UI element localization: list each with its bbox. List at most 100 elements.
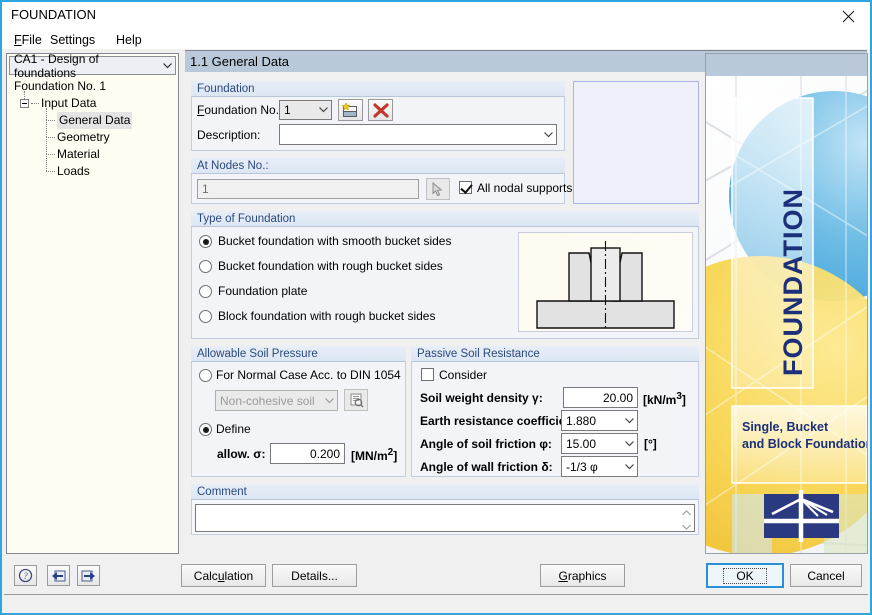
foundation-no-label: Foundation No.:	[197, 103, 283, 117]
tree-line	[46, 137, 47, 154]
menu-help[interactable]: Help	[110, 32, 148, 48]
tree-line	[46, 108, 47, 120]
soil-library-icon[interactable]	[344, 389, 368, 411]
menu-bar: FFile Settings Help	[2, 30, 870, 49]
pick-node-icon[interactable]	[426, 178, 450, 200]
close-icon[interactable]	[826, 2, 870, 30]
page-title: 1.1 General Data	[190, 54, 290, 69]
foundation-group-title: Foundation	[191, 81, 565, 97]
description-select[interactable]	[279, 124, 557, 145]
allow-sigma-input[interactable]: 0.200	[270, 443, 345, 464]
sidebar-item-geometry[interactable]: Geometry	[7, 120, 180, 146]
soil-type-select[interactable]: Non-cohesive soil	[215, 390, 338, 411]
foundation-section-diagram	[518, 232, 693, 332]
tree-node-input-data-label: Input Data	[41, 96, 97, 110]
consider-checkbox[interactable]	[421, 368, 434, 381]
details-button-label: Details...	[291, 568, 338, 583]
soil-weight-density-input[interactable]: 20.00	[563, 387, 638, 408]
chevron-down-icon	[321, 397, 337, 404]
foundation-group: Foundation Foundation No.: 1 Description…	[191, 81, 565, 151]
pick-cursor-glyph	[432, 181, 443, 196]
earth-resistance-coefficient-select[interactable]: 1.880	[561, 410, 638, 431]
tree-line	[46, 154, 55, 155]
tree-root-label: Foundation No. 1	[14, 79, 107, 93]
details-button[interactable]: Details...	[272, 564, 357, 587]
angle-soil-friction-label: Angle of soil friction φ:	[420, 437, 552, 451]
sidebar-item-general-data[interactable]: General Data	[7, 108, 180, 129]
allowable-soil-pressure-title: Allowable Soil Pressure	[191, 346, 406, 362]
comment-scroll-spinner[interactable]	[679, 506, 693, 534]
angle-soil-friction-unit: [°]	[644, 437, 657, 451]
all-nodal-supports-checkbox[interactable]	[459, 181, 472, 194]
ok-button[interactable]: OK	[706, 563, 784, 588]
comment-input[interactable]	[195, 504, 695, 532]
calculation-button-label: Calculation	[193, 568, 254, 583]
tree-expander-input-data[interactable]	[20, 99, 29, 108]
sidebar-item-loads[interactable]: Loads	[7, 154, 180, 180]
chevron-down-icon	[315, 107, 331, 113]
allow-sigma-value: 0.200	[309, 446, 340, 461]
calculation-button[interactable]: Calculation	[181, 564, 266, 587]
tree-line	[46, 120, 47, 137]
radio-normal-case-din[interactable]	[199, 369, 212, 382]
soil-type-value: Non-cohesive soil	[220, 393, 315, 408]
radio-bucket-rough[interactable]	[199, 260, 212, 273]
delete-foundation-icon[interactable]	[368, 99, 393, 121]
foundation-preview-panel	[573, 81, 699, 204]
close-glyph	[842, 10, 854, 22]
sidebar-item-material[interactable]: Material	[7, 137, 180, 163]
tree-line	[46, 137, 55, 138]
foundation-no-value: 1	[284, 103, 291, 117]
type-of-foundation-group: Type of Foundation Bucket foundation wit…	[191, 211, 699, 339]
nodes-input[interactable]: 1	[197, 179, 419, 199]
ok-button-label: OK	[723, 567, 767, 584]
cancel-button[interactable]: Cancel	[790, 564, 862, 587]
chevron-down-icon	[540, 131, 556, 138]
allow-sigma-label: allow. σ:	[217, 447, 266, 461]
menu-file-label: File	[21, 33, 42, 47]
tree-line	[31, 103, 39, 104]
radio-bucket-smooth[interactable]	[199, 235, 212, 248]
menu-settings[interactable]: Settings	[44, 32, 101, 48]
graphics-button[interactable]: Graphics	[540, 564, 625, 587]
cancel-button-label: Cancel	[807, 568, 845, 583]
dlubal-logo-icon	[764, 490, 839, 542]
radio-block-foundation[interactable]	[199, 310, 212, 323]
help-glyph: ?	[18, 568, 33, 583]
soil-weight-density-unit: [kN/m3]	[643, 391, 686, 407]
tree-root-foundation[interactable]: Foundation No. 1	[7, 78, 180, 95]
branding-artwork: FOUNDATION Single, Bucket and Block Foun…	[706, 76, 867, 553]
radio-foundation-plate[interactable]	[199, 285, 212, 298]
footer-bar: ? Calculation Details... Graphics OK Can…	[2, 558, 870, 592]
next-page-icon[interactable]	[77, 565, 100, 586]
tree-line	[46, 154, 47, 171]
help-icon[interactable]: ?	[14, 565, 37, 586]
new-foundation-icon[interactable]	[338, 99, 363, 121]
delete-foundation-glyph	[372, 102, 389, 118]
foundation-no-select[interactable]: 1	[279, 100, 332, 120]
sidebar-item-label: Material	[57, 147, 100, 161]
radio-foundation-plate-label: Foundation plate	[218, 284, 308, 298]
angle-wall-friction-select[interactable]: -1/3 φ	[561, 456, 638, 477]
type-of-foundation-title: Type of Foundation	[191, 211, 699, 227]
radio-bucket-smooth-label: Bucket foundation with smooth bucket sid…	[218, 234, 452, 248]
earth-resistance-coefficient-value: 1.880	[566, 413, 597, 428]
navigator-tree: Foundation No. 1 Input Data General Data	[7, 78, 180, 180]
at-nodes-group: At Nodes No.: 1 All nodal supports	[191, 158, 572, 204]
radio-normal-case-din-label: For Normal Case Acc. to DIN 1054	[216, 368, 401, 382]
all-nodal-supports-label: All nodal supports	[477, 181, 573, 195]
tree-node-input-data[interactable]: Input Data	[7, 91, 180, 112]
soil-library-glyph	[350, 393, 363, 407]
design-case-select[interactable]: CA1 - Design of foundations	[9, 52, 176, 80]
menu-file[interactable]: FFile	[8, 32, 48, 48]
passive-soil-resistance-title: Passive Soil Resistance	[411, 346, 699, 362]
menu-settings-label: Settings	[50, 33, 96, 47]
angle-wall-friction-label: Angle of wall friction δ:	[420, 460, 553, 474]
previous-page-icon[interactable]	[47, 565, 70, 586]
main-panel: 1.1 General Data Foundation Foundation N…	[182, 49, 867, 558]
tree-line	[46, 120, 55, 121]
radio-define-sigma[interactable]	[199, 423, 212, 436]
angle-soil-friction-select[interactable]: 15.00	[561, 433, 638, 454]
previous-page-glyph	[52, 570, 66, 581]
svg-text:?: ?	[23, 571, 28, 581]
